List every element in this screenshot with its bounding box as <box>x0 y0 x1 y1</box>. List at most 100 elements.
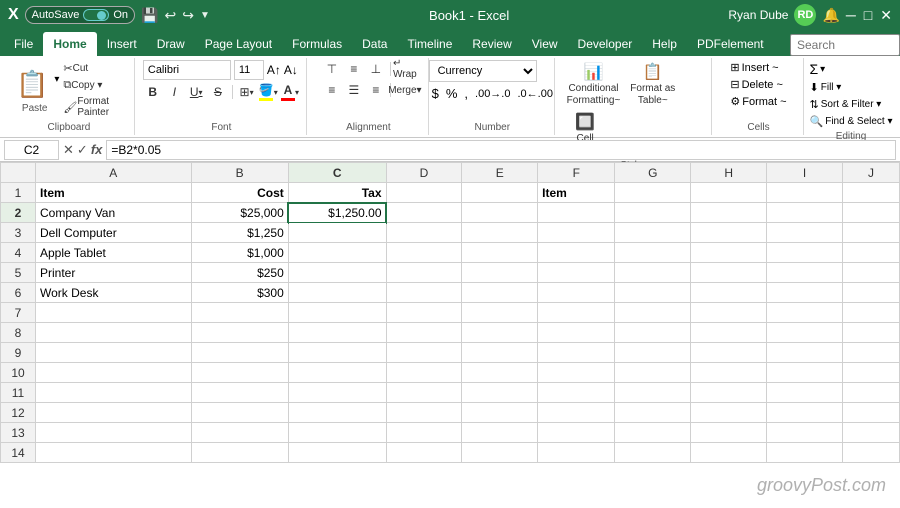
cell-r8-c5[interactable] <box>462 323 538 343</box>
cell-r5-c2[interactable]: $250 <box>191 263 288 283</box>
align-right-button[interactable]: ≡ <box>366 81 386 99</box>
cell-r10-c1[interactable] <box>36 363 192 383</box>
cell-r8-c10[interactable] <box>842 323 899 343</box>
cell-r4-c4[interactable] <box>386 243 462 263</box>
cell-r14-c4[interactable] <box>386 443 462 463</box>
cell-r11-c10[interactable] <box>842 383 899 403</box>
cell-r3-c4[interactable] <box>386 223 462 243</box>
cell-r8-c9[interactable] <box>767 323 843 343</box>
cell-r6-c7[interactable] <box>615 283 691 303</box>
tab-file[interactable]: File <box>4 32 43 56</box>
cell-r6-c8[interactable] <box>691 283 767 303</box>
cell-r2-c9[interactable] <box>767 203 843 223</box>
user-avatar[interactable]: RD <box>794 4 816 26</box>
cell-r11-c9[interactable] <box>767 383 843 403</box>
cell-r6-c5[interactable] <box>462 283 538 303</box>
cell-r3-c5[interactable] <box>462 223 538 243</box>
row-header-4[interactable]: 4 <box>1 243 36 263</box>
cell-r12-c9[interactable] <box>767 403 843 423</box>
cell-r8-c1[interactable] <box>36 323 192 343</box>
align-bottom-button[interactable]: ⊥ <box>366 60 386 78</box>
cell-r9-c8[interactable] <box>691 343 767 363</box>
row-header-12[interactable]: 12 <box>1 403 36 423</box>
strikethrough-button[interactable]: S <box>208 83 228 101</box>
cell-r9-c4[interactable] <box>386 343 462 363</box>
cell-r5-c5[interactable] <box>462 263 538 283</box>
tab-view[interactable]: View <box>522 32 568 56</box>
cell-r3-c9[interactable] <box>767 223 843 243</box>
cut-button[interactable]: ✂ Cut <box>61 61 127 76</box>
cell-r8-c3[interactable] <box>288 323 386 343</box>
redo-icon[interactable]: ↪ <box>182 7 194 24</box>
cell-r14-c6[interactable] <box>538 443 615 463</box>
minimize-button[interactable]: ─ <box>846 7 856 24</box>
cell-r12-c8[interactable] <box>691 403 767 423</box>
save-icon[interactable]: 💾 <box>141 7 158 24</box>
cell-r12-c6[interactable] <box>538 403 615 423</box>
cell-r5-c3[interactable] <box>288 263 386 283</box>
cell-r1-c2[interactable]: Cost <box>191 183 288 203</box>
col-header-f[interactable]: F <box>538 163 615 183</box>
italic-button[interactable]: I <box>165 83 185 101</box>
comma-button[interactable]: , <box>461 85 471 102</box>
cell-r10-c10[interactable] <box>842 363 899 383</box>
cell-r12-c5[interactable] <box>462 403 538 423</box>
cell-r12-c4[interactable] <box>386 403 462 423</box>
cell-r10-c5[interactable] <box>462 363 538 383</box>
cell-r14-c2[interactable] <box>191 443 288 463</box>
bold-button[interactable]: B <box>143 83 163 101</box>
search-input[interactable] <box>790 34 900 56</box>
cell-r7-c7[interactable] <box>615 303 691 323</box>
cell-r7-c9[interactable] <box>767 303 843 323</box>
cell-r13-c3[interactable] <box>288 423 386 443</box>
fill-button[interactable]: ⬇ Fill ▾ <box>807 80 896 95</box>
cell-r10-c8[interactable] <box>691 363 767 383</box>
cell-r6-c10[interactable] <box>842 283 899 303</box>
cell-r1-c7[interactable] <box>615 183 691 203</box>
cell-r2-c2[interactable]: $25,000 <box>191 203 288 223</box>
cell-r7-c3[interactable] <box>288 303 386 323</box>
col-header-j[interactable]: J <box>842 163 899 183</box>
cell-r11-c6[interactable] <box>538 383 615 403</box>
insert-button[interactable]: ⊞ Insert ~ <box>727 60 789 75</box>
cell-r12-c3[interactable] <box>288 403 386 423</box>
cell-r2-c4[interactable] <box>386 203 462 223</box>
cell-r11-c3[interactable] <box>288 383 386 403</box>
cell-r3-c1[interactable]: Dell Computer <box>36 223 192 243</box>
cell-r13-c9[interactable] <box>767 423 843 443</box>
cell-r8-c6[interactable] <box>538 323 615 343</box>
row-header-10[interactable]: 10 <box>1 363 36 383</box>
cell-reference-box[interactable] <box>4 140 59 160</box>
cell-r14-c8[interactable] <box>691 443 767 463</box>
cell-r3-c3[interactable] <box>288 223 386 243</box>
cell-r4-c5[interactable] <box>462 243 538 263</box>
cell-r14-c9[interactable] <box>767 443 843 463</box>
cell-r1-c6[interactable]: Item <box>538 183 615 203</box>
cell-r10-c7[interactable] <box>615 363 691 383</box>
cell-r11-c7[interactable] <box>615 383 691 403</box>
row-header-14[interactable]: 14 <box>1 443 36 463</box>
cell-r13-c6[interactable] <box>538 423 615 443</box>
cell-r8-c4[interactable] <box>386 323 462 343</box>
row-header-7[interactable]: 7 <box>1 303 36 323</box>
cell-r1-c1[interactable]: Item <box>36 183 192 203</box>
cell-r13-c10[interactable] <box>842 423 899 443</box>
cell-r1-c10[interactable] <box>842 183 899 203</box>
tab-timeline[interactable]: Timeline <box>397 32 462 56</box>
cell-r9-c2[interactable] <box>191 343 288 363</box>
border-button[interactable]: ⊞▾ <box>237 83 257 101</box>
sheet-table-container[interactable]: A B C D E F G H I J 1ItemCostTaxItem2Com… <box>0 162 900 508</box>
autosave-toggle[interactable] <box>83 9 109 21</box>
cell-r13-c1[interactable] <box>36 423 192 443</box>
cell-r5-c6[interactable] <box>538 263 615 283</box>
col-header-g[interactable]: G <box>615 163 691 183</box>
cell-r2-c1[interactable]: Company Van <box>36 203 192 223</box>
cancel-formula-icon[interactable]: ✕ <box>63 142 74 158</box>
cell-r7-c10[interactable] <box>842 303 899 323</box>
format-button[interactable]: ⚙ Format ~ <box>727 94 789 109</box>
cell-r1-c8[interactable] <box>691 183 767 203</box>
cell-r6-c9[interactable] <box>767 283 843 303</box>
col-header-h[interactable]: H <box>691 163 767 183</box>
confirm-formula-icon[interactable]: ✓ <box>77 142 88 158</box>
cell-r3-c2[interactable]: $1,250 <box>191 223 288 243</box>
